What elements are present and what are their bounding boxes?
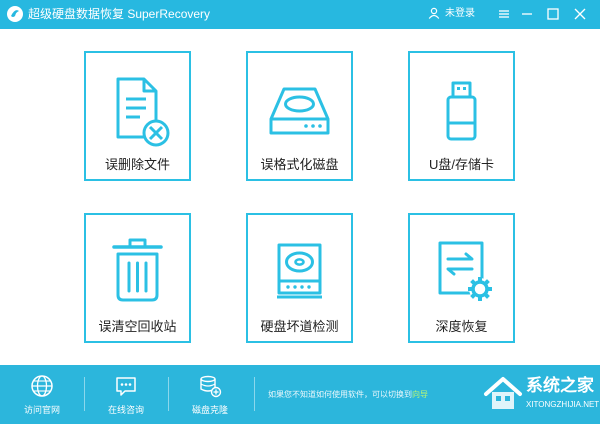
tile-label: 深度恢复	[435, 319, 488, 334]
house-logo-icon	[484, 377, 522, 409]
visit-website-button[interactable]: 访问官网	[12, 365, 72, 424]
hard-disk-icon	[269, 87, 330, 135]
tile-recycle-bin[interactable]: 误清空回收站	[84, 213, 191, 343]
footer-divider	[168, 377, 169, 411]
tile-label: 误删除文件	[104, 157, 170, 172]
wizard-link[interactable]: 向导	[412, 390, 428, 399]
disk-check-icon	[277, 243, 322, 299]
footer-label: 访问官网	[23, 405, 60, 415]
tile-label: 硬盘坏道检测	[260, 319, 339, 334]
app-logo-icon	[7, 6, 23, 22]
maximize-button[interactable]	[543, 4, 565, 24]
trash-icon	[112, 238, 163, 302]
watermark-text: 系统之家	[526, 376, 594, 395]
tile-usb-card[interactable]: U盘/存储卡	[408, 51, 515, 181]
close-icon	[574, 8, 586, 20]
usb-drive-icon	[446, 81, 477, 141]
wizard-hint: 如果您不知道如何使用软件，可以切换到向导	[268, 390, 428, 400]
tile-formatted-disk[interactable]: 误格式化磁盘	[246, 51, 353, 181]
tile-label: 误格式化磁盘	[260, 157, 339, 172]
disk-clone-icon	[200, 375, 222, 398]
tile-label: 误清空回收站	[98, 319, 177, 334]
window-title: 超级硬盘数据恢复 SuperRecovery	[28, 7, 211, 21]
maximize-icon	[547, 8, 559, 20]
footer-divider	[254, 377, 255, 411]
globe-icon	[31, 375, 53, 397]
chat-icon	[116, 377, 136, 396]
deleted-file-icon	[116, 77, 170, 147]
minimize-button[interactable]	[517, 4, 539, 24]
footer-label: 磁盘克隆	[191, 405, 228, 415]
online-consult-button[interactable]: 在线咨询	[96, 365, 156, 424]
tile-deleted-files[interactable]: 误删除文件	[84, 51, 191, 181]
footer-divider	[84, 377, 85, 411]
user-icon	[428, 7, 440, 19]
minimize-icon	[522, 13, 532, 15]
tile-deep-recovery[interactable]: 深度恢复	[408, 213, 515, 343]
tile-label: U盘/存储卡	[428, 157, 494, 172]
wizard-hint-text: 如果您不知道如何使用软件，可以切换到	[268, 390, 412, 399]
site-watermark: 系统之家 XITONGZHIJIA.NET	[478, 368, 600, 424]
title-bar[interactable]: 超级硬盘数据恢复 SuperRecovery 未登录	[0, 0, 600, 29]
app-window: 超级硬盘数据恢复 SuperRecovery 未登录 误删除文件 误格式化磁盘 …	[0, 0, 600, 424]
close-button[interactable]	[570, 4, 592, 24]
menu-button[interactable]	[494, 4, 516, 24]
footer-label: 在线咨询	[107, 405, 144, 415]
login-status-label: 未登录	[445, 8, 475, 19]
menu-icon	[499, 10, 509, 18]
watermark-subtext: XITONGZHIJIA.NET	[526, 400, 600, 409]
deep-recovery-icon	[438, 241, 492, 301]
tile-bad-sector-check[interactable]: 硬盘坏道检测	[246, 213, 353, 343]
disk-clone-button[interactable]: 磁盘克隆	[180, 365, 240, 424]
